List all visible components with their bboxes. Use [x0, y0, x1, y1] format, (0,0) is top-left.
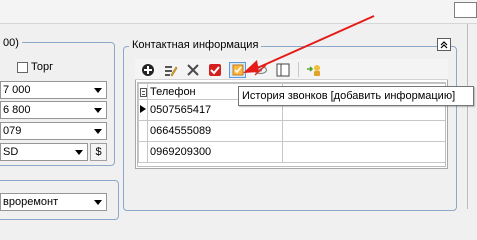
hide-button[interactable] [252, 62, 269, 78]
export-icon [307, 65, 320, 76]
grid-toolbar [135, 59, 448, 80]
delete-icon [186, 64, 199, 76]
add-icon [141, 64, 154, 76]
top-right-control[interactable] [454, 2, 477, 18]
add-button[interactable] [139, 62, 156, 78]
chevron-down-icon [75, 150, 83, 155]
price-combo-3[interactable]: 079 [0, 122, 107, 140]
price-combo-2-value: 6 800 [3, 104, 31, 116]
empty-cell [282, 141, 445, 163]
checkmark-icon [208, 64, 221, 76]
columns-icon [276, 63, 289, 77]
call-history-tooltip: История звонков [добавить информацию] [238, 86, 474, 106]
top-strip [0, 0, 477, 24]
phone-cell[interactable]: 0664555089 [147, 120, 283, 142]
table-row[interactable]: 0969209300 [138, 141, 445, 163]
currency-combo[interactable]: SD [0, 143, 88, 161]
contact-info-caption: Контактная информация [129, 38, 262, 52]
repair-combo-value: вроремонт [3, 196, 59, 208]
price-combo-3-value: 079 [3, 125, 22, 137]
confirm-button[interactable] [206, 62, 223, 78]
grid-icon [139, 87, 147, 97]
row-indicator [138, 120, 148, 142]
grid-corner [138, 83, 148, 100]
currency-button[interactable]: $ [90, 143, 107, 161]
edit-icon [165, 65, 178, 76]
delete-button[interactable] [184, 62, 201, 78]
export-button[interactable] [306, 62, 323, 78]
call-history-icon [232, 64, 243, 76]
current-row-icon [140, 105, 146, 113]
chevron-down-icon [94, 88, 102, 93]
price-combo-2[interactable]: 6 800 [0, 101, 107, 119]
left-group-caption: 00) [0, 36, 22, 50]
phone-cell[interactable]: 0969209300 [147, 141, 283, 163]
edit-button[interactable] [162, 62, 179, 78]
price-combo-1-value: 7 000 [3, 84, 31, 96]
repair-combo[interactable]: вроремонт [0, 193, 107, 211]
torg-checkbox[interactable] [17, 62, 28, 73]
chevron-down-icon [94, 129, 102, 134]
currency-value: SD [3, 146, 19, 158]
call-history-button[interactable] [229, 62, 246, 78]
toolbar-separator [298, 62, 299, 77]
collapse-button[interactable] [437, 38, 451, 51]
table-row[interactable]: 0664555089 [138, 120, 445, 142]
row-indicator [138, 99, 148, 121]
hide-icon [253, 64, 268, 76]
chevron-down-icon [94, 108, 102, 113]
double-chevron-up-icon [440, 40, 448, 48]
columns-button[interactable] [274, 62, 291, 78]
chevron-down-icon [94, 200, 102, 205]
torg-label: Торг [31, 61, 54, 73]
empty-cell [282, 120, 445, 142]
row-indicator [138, 141, 148, 163]
price-combo-1[interactable]: 7 000 [0, 81, 107, 99]
